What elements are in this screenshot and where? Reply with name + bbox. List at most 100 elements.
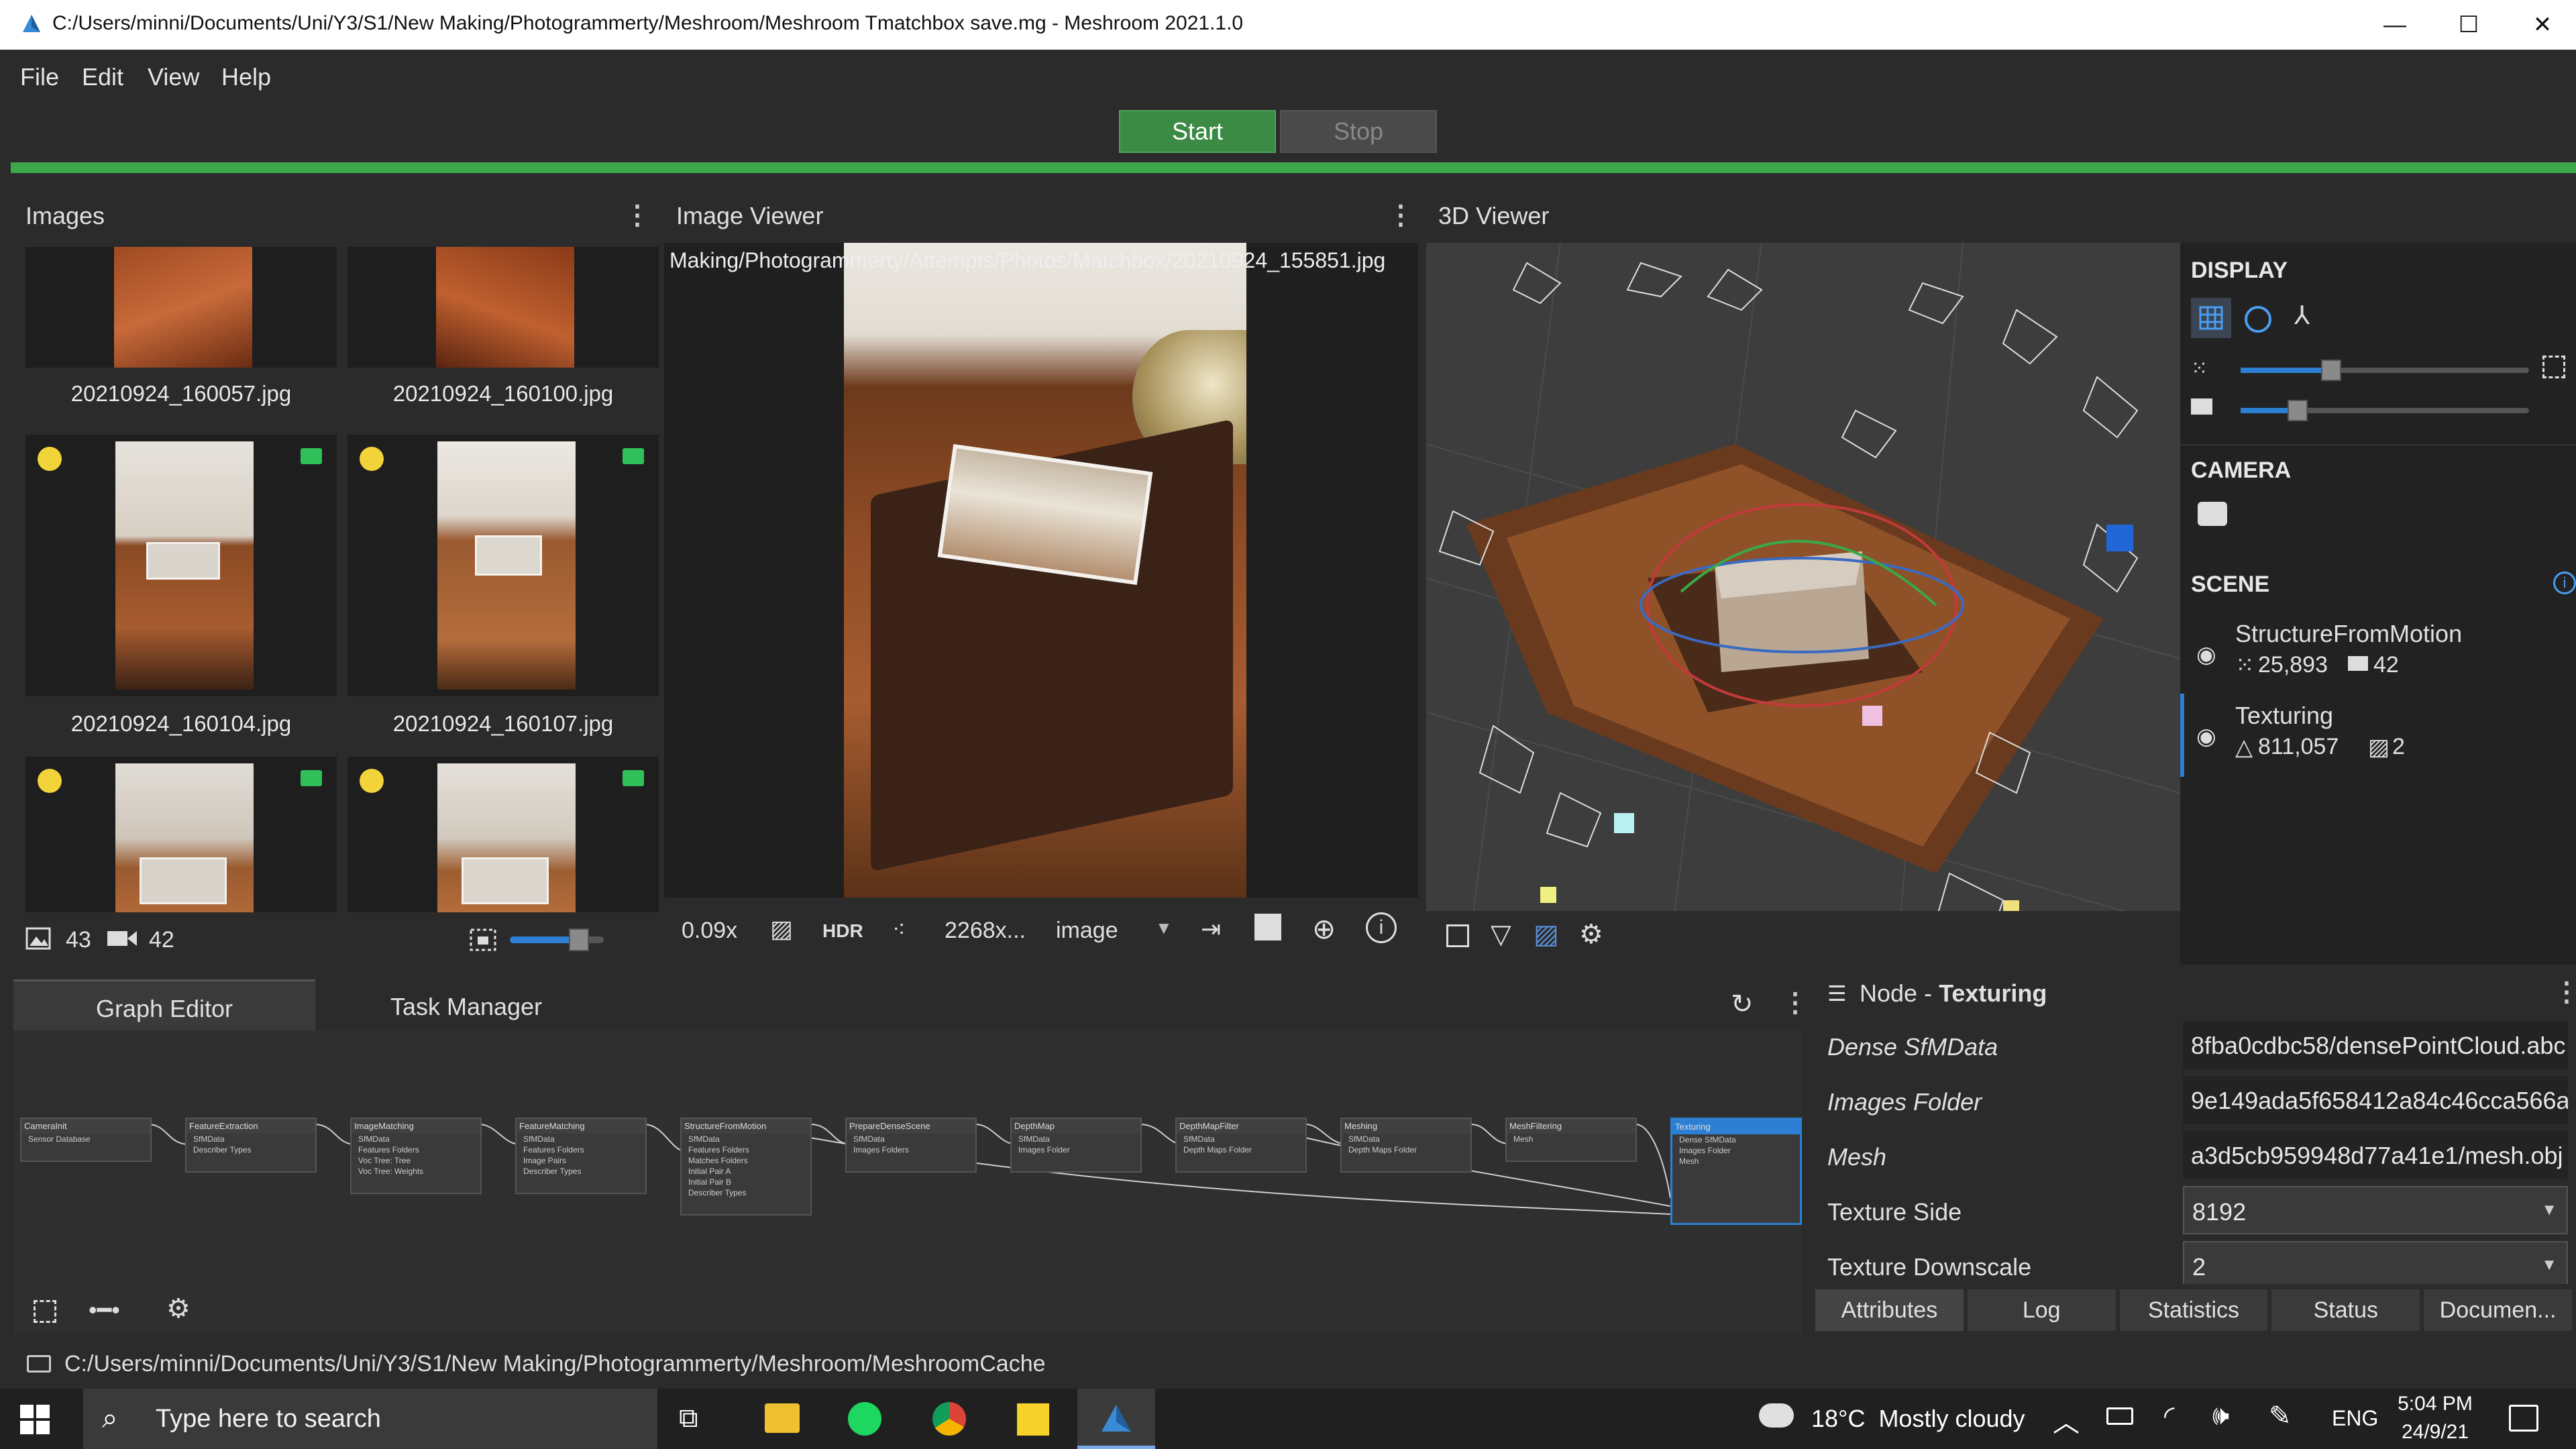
globe-icon[interactable]: ⊕ [1312,912,1336,945]
image-viewer-menu-icon[interactable]: ⋮ [1387,200,1414,231]
thumbnail-cell[interactable] [347,757,659,912]
slider-handle[interactable] [569,928,589,951]
3d-viewport[interactable] [1426,243,2180,965]
camera-scale-slider[interactable] [2241,400,2529,421]
tray-chevron-icon[interactable]: ︿ [2053,1401,2080,1440]
stop-button[interactable]: Stop [1280,110,1437,153]
menu-help[interactable]: Help [221,63,271,91]
graph-node-port[interactable]: Mesh [1672,1156,1800,1167]
attribute-dropdown[interactable]: 8192 ▼ [2183,1186,2568,1234]
graph-node[interactable]: StructureFromMotion SfMData Features Folde… [680,1118,812,1216]
graph-settings-gear-icon[interactable]: ⚙ [166,1293,191,1324]
images-menu-icon[interactable]: ⋮ [624,200,651,231]
graph-node-port[interactable]: SfMData [186,1134,315,1144]
attribute-value[interactable]: 8fba0cdbc58/densePointCloud.abc [2183,1021,2568,1069]
clock-date[interactable]: 24/9/21 [2388,1421,2482,1444]
tab-graph-editor[interactable]: Graph Editor [13,979,315,1030]
node-tab[interactable]: Status [2271,1289,2420,1331]
graph-node-port[interactable]: Images Folder [1672,1145,1800,1156]
graph-node-port[interactable]: Initial Pair A [682,1166,810,1177]
graph-node-port[interactable]: SfMData [1342,1134,1470,1144]
visibility-eye-icon[interactable]: ◉ [2196,641,2216,668]
graph-node-port[interactable]: SfMData [517,1134,645,1144]
menu-edit[interactable]: Edit [82,63,123,91]
graph-node[interactable]: Meshing SfMData Depth Maps Folder [1340,1118,1472,1173]
taskbar-search-box[interactable]: ⌕ Type here to search [83,1389,657,1449]
cache-path[interactable]: C:/Users/minni/Documents/Uni/Y3/S1/New M… [64,1351,1046,1377]
info-icon[interactable]: i [1366,912,1397,943]
graph-node-port[interactable]: Describer Types [682,1187,810,1198]
graph-node[interactable]: CameraInit Sensor Database [20,1118,152,1162]
pen-icon[interactable]: ✎ [2269,1401,2292,1432]
node-tab[interactable]: Log [1967,1289,2116,1331]
graph-node-port[interactable]: Sensor Database [21,1134,150,1144]
settings-gear-icon[interactable]: ⚙ [1579,919,1603,950]
wifi-icon[interactable]: ◜ [2164,1401,2175,1432]
task-view-icon[interactable]: ⧉ [679,1403,698,1434]
features-icon[interactable]: ⁖ [892,916,906,943]
battery-icon[interactable] [2106,1407,2133,1425]
refresh-icon[interactable]: ↻ [1731,989,1754,1020]
graph-node-port[interactable]: Matches Folders [682,1155,810,1166]
slider-handle[interactable] [2288,400,2308,421]
scene-item-texturing[interactable]: ◉ Texturing △ 811,057 ▨ 2 [2180,694,2576,777]
scene-item-sfm[interactable]: ◉ StructureFromMotion ⁙ 25,893 42 [2180,612,2576,692]
graph-node-port[interactable]: SfMData [352,1134,480,1144]
graph-node-port[interactable]: Dense SfMData [1672,1134,1800,1145]
graph-canvas[interactable]: CameraInit Sensor Database FeatureExtracti… [13,1030,1802,1335]
graph-node-port[interactable]: Voc Tree: Tree [352,1155,480,1166]
chrome-icon[interactable] [932,1402,966,1436]
graph-node-port[interactable]: SfMData [1012,1134,1140,1144]
close-button[interactable]: ✕ [2496,0,2576,50]
camera-icon[interactable] [2198,502,2227,526]
graph-menu-icon[interactable]: ⋮ [1782,987,1809,1018]
auto-layout-icon[interactable]: •━• [89,1296,120,1324]
graph-node[interactable]: FeatureExtraction SfMData Describer Types [185,1118,317,1173]
menu-view[interactable]: View [148,63,199,91]
graph-node-port[interactable]: Depth Maps Folder [1342,1144,1470,1155]
sticky-notes-icon[interactable] [1017,1403,1049,1436]
graph-node-port[interactable]: Describer Types [186,1144,315,1155]
graph-node-port[interactable]: Describer Types [517,1166,645,1177]
grid-toggle-icon[interactable] [2191,298,2231,338]
graph-node-port[interactable]: Features Folders [517,1144,645,1155]
graph-node-port[interactable]: Depth Maps Folder [1177,1144,1305,1155]
graph-node-port[interactable]: Image Pairs [517,1155,645,1166]
axis-icon[interactable]: ⅄ [2294,301,2310,331]
windows-start-icon[interactable] [20,1405,50,1434]
histogram-icon[interactable] [1254,914,1281,941]
image-mode-select[interactable]: image ▼ [1052,910,1179,950]
graph-node[interactable]: Texturing Dense SfMData Images Folder Mesh [1670,1118,1802,1225]
language-indicator[interactable]: ENG [2332,1406,2378,1431]
attribute-dropdown[interactable]: 2 ▼ [2183,1241,2568,1289]
bbox-icon[interactable] [1446,924,1469,947]
menu-file[interactable]: File [20,63,59,91]
notifications-icon[interactable] [2509,1405,2538,1432]
graph-node[interactable]: DepthMapFilter SfMData Depth Maps Folder [1175,1118,1307,1173]
hdr-button[interactable]: HDR [822,920,863,942]
graph-node-port[interactable]: Features Folders [682,1144,810,1155]
triangle-icon[interactable]: ▽ [1491,919,1511,950]
node-tab[interactable]: Statistics [2119,1289,2268,1331]
graph-node-port[interactable]: Voc Tree: Weights [352,1166,480,1177]
graph-node[interactable]: DepthMap SfMData Images Folder [1010,1118,1142,1173]
graph-node-port[interactable]: SfMData [682,1134,810,1144]
graph-node[interactable]: FeatureMatching SfMData Features Folders Im… [515,1118,647,1194]
clock-time[interactable]: 5:04 PM [2388,1393,2482,1415]
spotify-icon[interactable] [848,1402,881,1436]
node-tab[interactable]: Documen... [2424,1289,2572,1331]
tab-task-manager[interactable]: Task Manager [315,979,617,1030]
graph-node[interactable]: ImageMatching SfMData Features Folders Voc … [350,1118,482,1194]
graph-node-port[interactable]: Mesh [1507,1134,1635,1144]
thumbnail-size-slider[interactable] [510,928,604,951]
node-tab[interactable]: Attributes [1815,1289,1964,1331]
graph-node-port[interactable]: SfMData [1177,1134,1305,1144]
attribute-value[interactable]: a3d5cb959948d77a41e1/mesh.obj [2183,1131,2568,1179]
volume-icon[interactable]: 🕪 [2212,1401,2229,1431]
visibility-eye-icon[interactable]: ◉ [2196,723,2216,750]
graph-node-port[interactable]: SfMData [847,1134,975,1144]
fit-icon[interactable]: ⇥ [1201,915,1221,943]
thumbnail-cell[interactable] [25,757,337,912]
graph-node[interactable]: MeshFiltering Mesh [1505,1118,1637,1162]
graph-node[interactable]: PrepareDenseScene SfMData Images Folders [845,1118,977,1173]
